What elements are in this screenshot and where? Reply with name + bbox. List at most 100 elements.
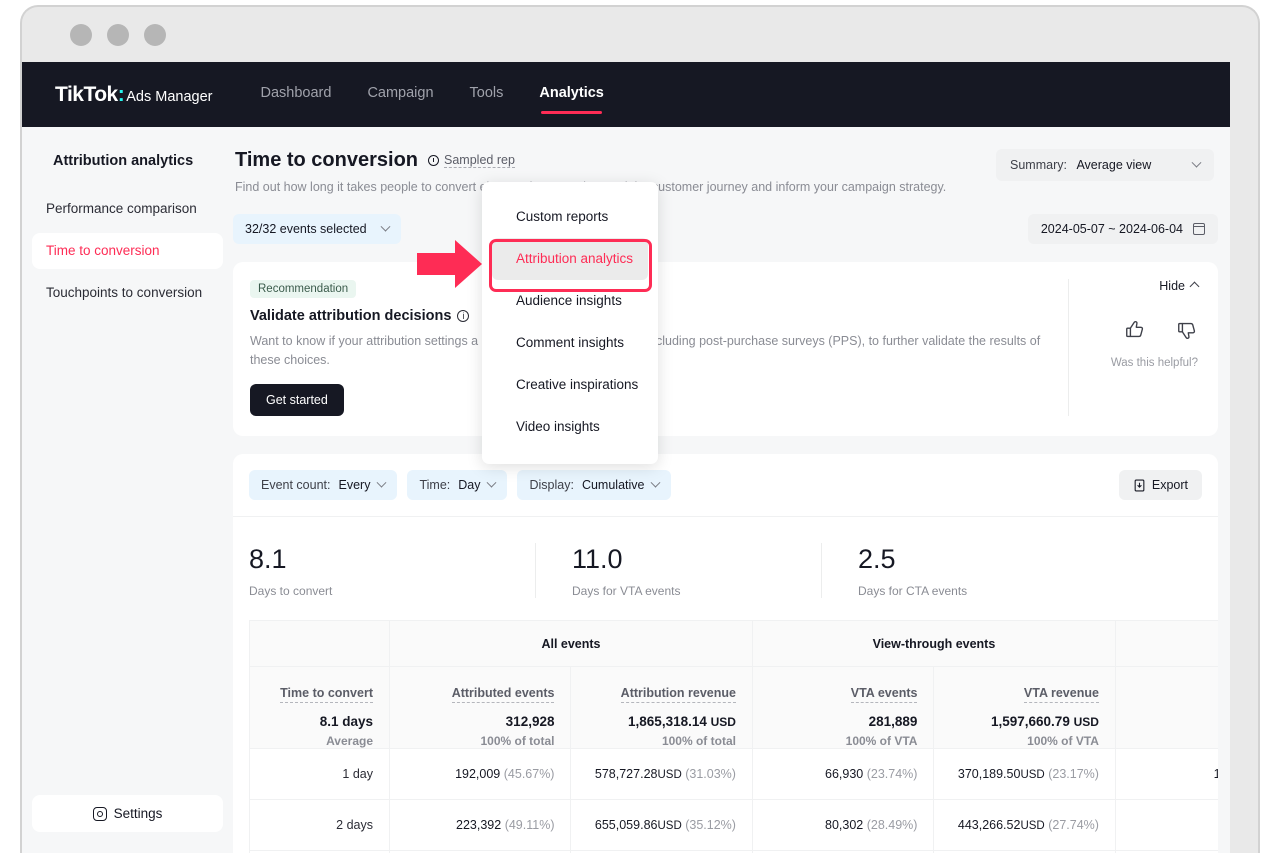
menu-item-video-insights[interactable]: Video insights xyxy=(492,406,648,448)
hide-label: Hide xyxy=(1159,279,1185,293)
col-name[interactable]: VTA events xyxy=(851,686,918,703)
col-total-sub: 100% of VTA xyxy=(950,734,1098,748)
col-name[interactable]: Attributed events xyxy=(452,686,555,703)
group-click-through-events: C xyxy=(1115,621,1218,667)
cell-vta-revenue: 443,266.52USD (27.74%) xyxy=(934,800,1115,851)
chevron-down-icon xyxy=(651,477,661,487)
recommendation-feedback: Hide xyxy=(1068,279,1198,416)
events-selector-value: 32/32 events selected xyxy=(245,222,367,236)
table-group-header-row: All events View-through events C xyxy=(250,621,1219,667)
tiktok-ads-manager-logo[interactable]: TikTok: Ads Manager xyxy=(55,83,213,107)
stat-days-for-cta-events: 2.5 Days for CTA events xyxy=(821,543,1107,598)
col-name[interactable]: Time to convert xyxy=(280,686,373,703)
sidebar: Attribution analytics Performance compar… xyxy=(22,127,233,853)
col-total-sub: 100% o xyxy=(1132,734,1218,748)
browser-window: TikTok: Ads Manager Dashboard Campaign T… xyxy=(20,5,1260,853)
info-icon[interactable]: i xyxy=(457,310,469,322)
cell-attribution-revenue: 655,059.86USD (35.12%) xyxy=(571,800,752,851)
col-total-value: 312,928 xyxy=(406,714,554,729)
stat-value: 8.1 xyxy=(249,543,535,575)
filter-event-count-label: Event count: xyxy=(261,478,331,492)
sidebar-item-time-to-conversion[interactable]: Time to conversion xyxy=(32,233,223,269)
top-navigation-bar: TikTok: Ads Manager Dashboard Campaign T… xyxy=(22,62,1230,127)
currency-unit: USD xyxy=(1074,715,1099,729)
col-name[interactable]: VTA revenue xyxy=(1024,686,1099,703)
date-range-picker[interactable]: 2024-05-07 ~ 2024-06-04 xyxy=(1028,214,1218,244)
col-total-sub: 100% of total xyxy=(587,734,735,748)
col-total-value: 13 xyxy=(1132,714,1218,729)
minimize-window-dot[interactable] xyxy=(107,24,129,46)
sidebar-item-touchpoints-to-conversion[interactable]: Touchpoints to conversion xyxy=(32,275,223,311)
get-started-button[interactable]: Get started xyxy=(250,384,344,416)
table-body: 1 day 192,009 (45.67%) 578,727.28USD (31… xyxy=(250,749,1219,853)
nav-item-tools[interactable]: Tools xyxy=(470,85,504,105)
gear-icon xyxy=(93,807,107,821)
col-cta-events: CTA e 13 100% o xyxy=(1115,667,1218,749)
menu-item-comment-insights[interactable]: Comment insights xyxy=(492,322,648,364)
cell-attributed-events: 223,392 (49.11%) xyxy=(390,800,571,851)
menu-item-audience-insights[interactable]: Audience insights xyxy=(492,280,648,322)
menu-item-attribution-analytics[interactable]: Attribution analytics xyxy=(492,238,648,280)
thumbs-down-icon[interactable] xyxy=(1176,319,1198,346)
filter-time[interactable]: Time: Day xyxy=(407,470,507,500)
cell-cta-events: 125,090 (9 xyxy=(1115,800,1218,851)
chevron-down-icon xyxy=(381,221,391,231)
col-vta-events: VTA events 281,889 100% of VTA xyxy=(752,667,933,749)
col-total-sub: 100% of VTA xyxy=(769,734,917,748)
group-view-through-events: View-through events xyxy=(752,621,1115,667)
feedback-buttons xyxy=(1124,319,1198,346)
filter-pills: Event count: Every Time: Day Display: xyxy=(249,470,671,500)
close-window-dot[interactable] xyxy=(70,24,92,46)
date-range-value: 2024-05-07 ~ 2024-06-04 xyxy=(1041,222,1183,236)
app-viewport: TikTok: Ads Manager Dashboard Campaign T… xyxy=(22,62,1230,853)
menu-item-custom-reports[interactable]: Custom reports xyxy=(492,196,648,238)
hide-button[interactable]: Hide xyxy=(1159,279,1198,293)
browser-titlebar xyxy=(22,7,1258,62)
filter-display-label: Display: xyxy=(529,478,573,492)
cell-time: 2 days xyxy=(250,800,390,851)
chevron-down-icon xyxy=(377,477,387,487)
filter-time-label: Time: xyxy=(419,478,450,492)
col-name[interactable]: Attribution revenue xyxy=(621,686,736,703)
menu-item-creative-inspirations[interactable]: Creative inspirations xyxy=(492,364,648,406)
recommendation-card: Recommendation Validate attribution deci… xyxy=(233,262,1218,436)
sidebar-item-performance-comparison[interactable]: Performance comparison xyxy=(32,191,223,227)
controls-row: 32/32 events selected 2024-05-07 ~ 2024-… xyxy=(233,214,1230,244)
thumbs-up-icon[interactable] xyxy=(1124,319,1146,346)
col-total-value: 8.1 days xyxy=(266,714,373,729)
filters-row: Event count: Every Time: Day Display: xyxy=(233,470,1218,517)
filter-event-count-value: Every xyxy=(339,478,371,492)
nav-item-dashboard[interactable]: Dashboard xyxy=(261,85,332,105)
sampled-report-link[interactable]: Sampled rep xyxy=(428,153,515,168)
maximize-window-dot[interactable] xyxy=(144,24,166,46)
recommendation-title: Validate attribution decisions xyxy=(250,308,451,324)
currency-unit: USD xyxy=(711,715,736,729)
filter-event-count[interactable]: Event count: Every xyxy=(249,470,397,500)
logo-colon: : xyxy=(118,83,125,106)
logo-text: TikTok xyxy=(55,83,118,106)
data-card: Event count: Every Time: Day Display: xyxy=(233,454,1218,853)
group-all-events: All events xyxy=(390,621,753,667)
col-vta-revenue: VTA revenue 1,597,660.79 USD 100% of VTA xyxy=(934,667,1115,749)
table-column-header-row: Time to convert 8.1 days Average Attribu… xyxy=(250,667,1219,749)
export-label: Export xyxy=(1152,478,1188,492)
nav-item-campaign[interactable]: Campaign xyxy=(367,85,433,105)
filter-display[interactable]: Display: Cumulative xyxy=(517,470,671,500)
stat-value: 2.5 xyxy=(822,543,1107,575)
stat-caption: Days for VTA events xyxy=(536,584,821,598)
chevron-up-icon xyxy=(1190,281,1200,291)
helpful-question: Was this helpful? xyxy=(1111,357,1198,369)
settings-button[interactable]: Settings xyxy=(32,795,223,832)
cell-vta-events: 80,302 (28.49%) xyxy=(752,800,933,851)
col-total-sub: 100% of total xyxy=(406,734,554,748)
events-selector[interactable]: 32/32 events selected xyxy=(233,214,401,244)
col-time-to-convert: Time to convert 8.1 days Average xyxy=(250,667,390,749)
stat-days-for-vta-events: 11.0 Days for VTA events xyxy=(535,543,821,598)
export-button[interactable]: Export xyxy=(1119,470,1202,500)
stat-value: 11.0 xyxy=(536,543,821,575)
col-attribution-revenue: Attribution revenue 1,865,318.14 USD 100… xyxy=(571,667,752,749)
cell-time: 1 day xyxy=(250,749,390,800)
col-total-value: 1,597,660.79 USD xyxy=(950,714,1098,729)
nav-item-analytics[interactable]: Analytics xyxy=(539,85,603,105)
page-description: Find out how long it takes people to con… xyxy=(235,179,1230,196)
